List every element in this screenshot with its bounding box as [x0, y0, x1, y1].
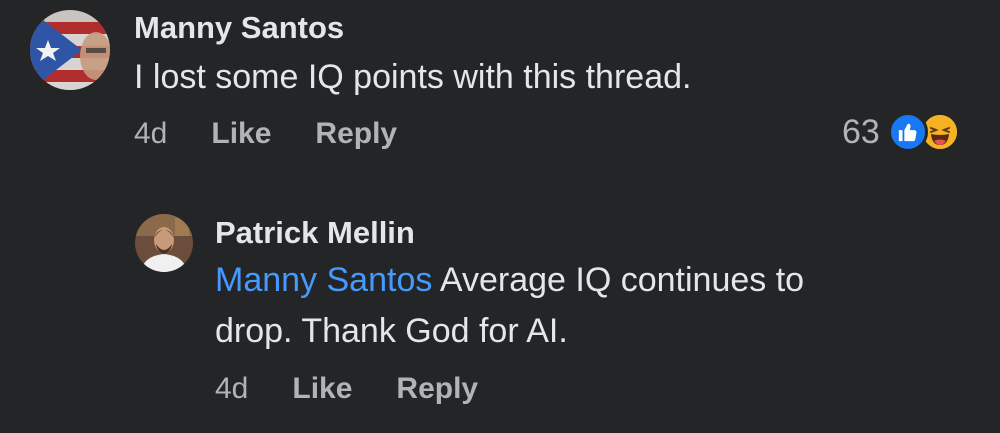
reply-text-line-1: Manny Santos Average IQ continues to — [215, 255, 804, 306]
timestamp[interactable]: 4d — [134, 117, 167, 151]
reply-actions: 4d Like Reply — [215, 372, 478, 406]
reply-reply-button[interactable]: Reply — [396, 372, 478, 406]
mention-link[interactable]: Manny Santos — [215, 261, 432, 299]
reply-like-button[interactable]: Like — [292, 372, 352, 406]
avatar-photo-icon — [135, 214, 193, 272]
avatar-flag-icon — [30, 10, 110, 90]
reaction-count: 63 — [842, 112, 880, 151]
reply-author-name[interactable]: Patrick Mellin — [215, 215, 415, 251]
reply-text-line-2: drop. Thank God for AI. — [215, 312, 568, 350]
like-button[interactable]: Like — [211, 117, 271, 151]
comment: Manny Santos I lost some IQ points with … — [0, 0, 1000, 185]
comment-text: I lost some IQ points with this thread. — [134, 58, 692, 96]
reactions-summary[interactable]: 63 — [842, 112, 960, 152]
reply-author-avatar[interactable] — [135, 214, 193, 272]
reply-comment: Patrick Mellin Manny Santos Average IQ c… — [0, 200, 1000, 433]
author-name[interactable]: Manny Santos — [134, 10, 344, 46]
author-avatar[interactable] — [30, 10, 110, 90]
reply-button[interactable]: Reply — [315, 117, 397, 151]
like-icon — [887, 112, 928, 152]
reply-timestamp[interactable]: 4d — [215, 372, 248, 406]
reply-text-part-1: Average IQ continues to — [432, 261, 805, 299]
comment-actions: 4d Like Reply — [134, 117, 397, 151]
reply-text: Manny Santos Average IQ continues to dro… — [215, 255, 804, 357]
